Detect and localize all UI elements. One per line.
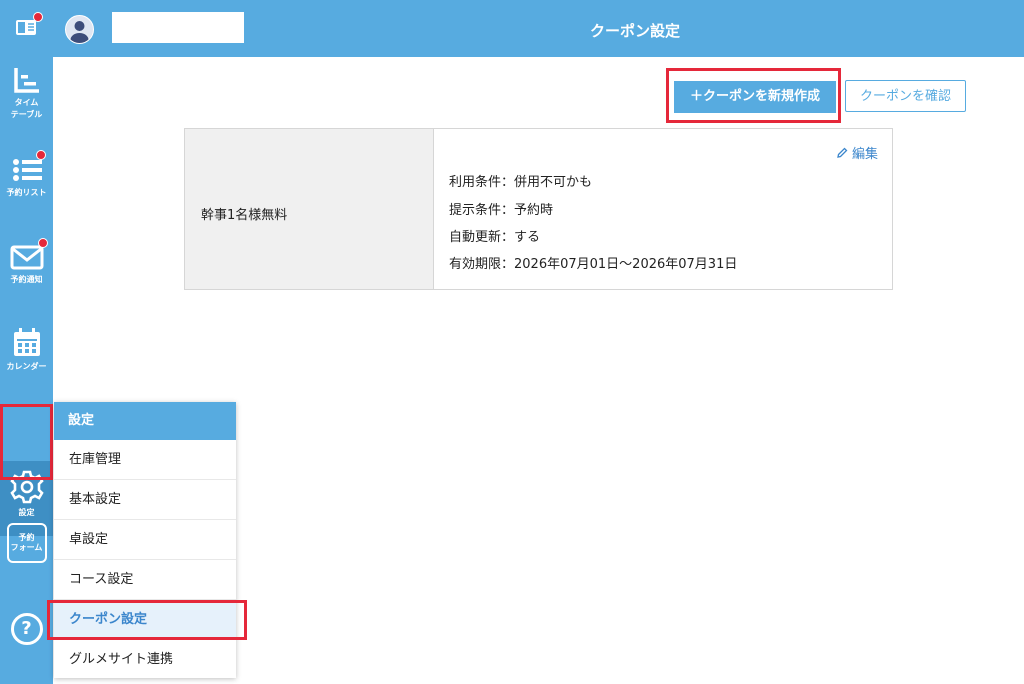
- sidebar-item-timetable[interactable]: タイム テーブル: [0, 65, 53, 121]
- pencil-icon: [837, 147, 848, 158]
- top-bar: クーポン設定: [0, 0, 1024, 57]
- menu-item-inventory[interactable]: 在庫管理: [54, 440, 236, 480]
- sidebar-item-reservations[interactable]: 予約リスト: [0, 155, 53, 199]
- sidebar-item-calendar[interactable]: カレンダー: [0, 327, 53, 373]
- menu-item-course-settings[interactable]: コース設定: [54, 560, 236, 600]
- calendar-icon: [13, 328, 40, 356]
- sidebar-label: フォーム: [10, 543, 43, 552]
- help-icon: ?: [10, 613, 43, 645]
- timetable-icon: [13, 68, 39, 93]
- sidebar-label: タイム: [14, 98, 39, 107]
- sidebar-label: 予約リスト: [6, 188, 47, 197]
- sidebar-label: テーブル: [10, 110, 43, 119]
- avatar[interactable]: [65, 15, 94, 44]
- menu-item-basic-settings[interactable]: 基本設定: [54, 480, 236, 520]
- coupon-condition-usage: 利用条件：併用不可かも: [449, 175, 593, 190]
- notification-dot: [38, 238, 48, 248]
- sidebar-item-reservation-form[interactable]: 予約 フォーム: [0, 523, 53, 563]
- notification-dot: [33, 12, 43, 22]
- edit-link[interactable]: 編集: [836, 143, 878, 162]
- page-title: クーポン設定: [589, 22, 680, 40]
- user-icon: [70, 21, 89, 43]
- highlight-box: [666, 68, 841, 123]
- form-icon: 予約 フォーム: [6, 523, 47, 563]
- store-name-field: [112, 12, 244, 43]
- sidebar-item-notifications[interactable]: 予約通知: [0, 242, 53, 286]
- notification-dot: [36, 150, 46, 160]
- coupon-name: 幹事1名様無料: [201, 208, 288, 223]
- coupon-condition-auto-renew: 自動更新：する: [449, 230, 541, 245]
- confirm-coupon-button[interactable]: クーポンを確認: [845, 80, 966, 112]
- coupon-condition-presentation: 提示条件：予約時: [449, 203, 554, 218]
- menu-item-gourmet-site-link[interactable]: グルメサイト連携: [54, 640, 236, 679]
- sidebar-label: 予約: [18, 533, 35, 542]
- sidebar-item-help[interactable]: ?: [0, 613, 53, 645]
- coupon-table: 幹事1名様無料 編集 利用条件：併用不可かも 提示条件：予約時 自動更新：する …: [184, 128, 893, 290]
- edit-label: 編集: [851, 147, 878, 162]
- sidebar-label: 予約通知: [10, 275, 43, 284]
- highlight-box: [47, 600, 247, 640]
- settings-menu-header: 設定: [54, 402, 236, 440]
- sidebar: タイム テーブル 予約リスト 予約通知 カレンダー 設定 予約 フォーム ?: [0, 57, 53, 684]
- highlight-box: [0, 404, 53, 480]
- coupon-condition-validity: 有効期限：2026年07月01日〜2026年07月31日: [449, 257, 738, 272]
- sidebar-label: 設定: [18, 508, 35, 517]
- sidebar-label: カレンダー: [6, 362, 47, 371]
- menu-item-table-settings[interactable]: 卓設定: [54, 520, 236, 560]
- coupon-name-cell: 幹事1名様無料: [185, 129, 434, 289]
